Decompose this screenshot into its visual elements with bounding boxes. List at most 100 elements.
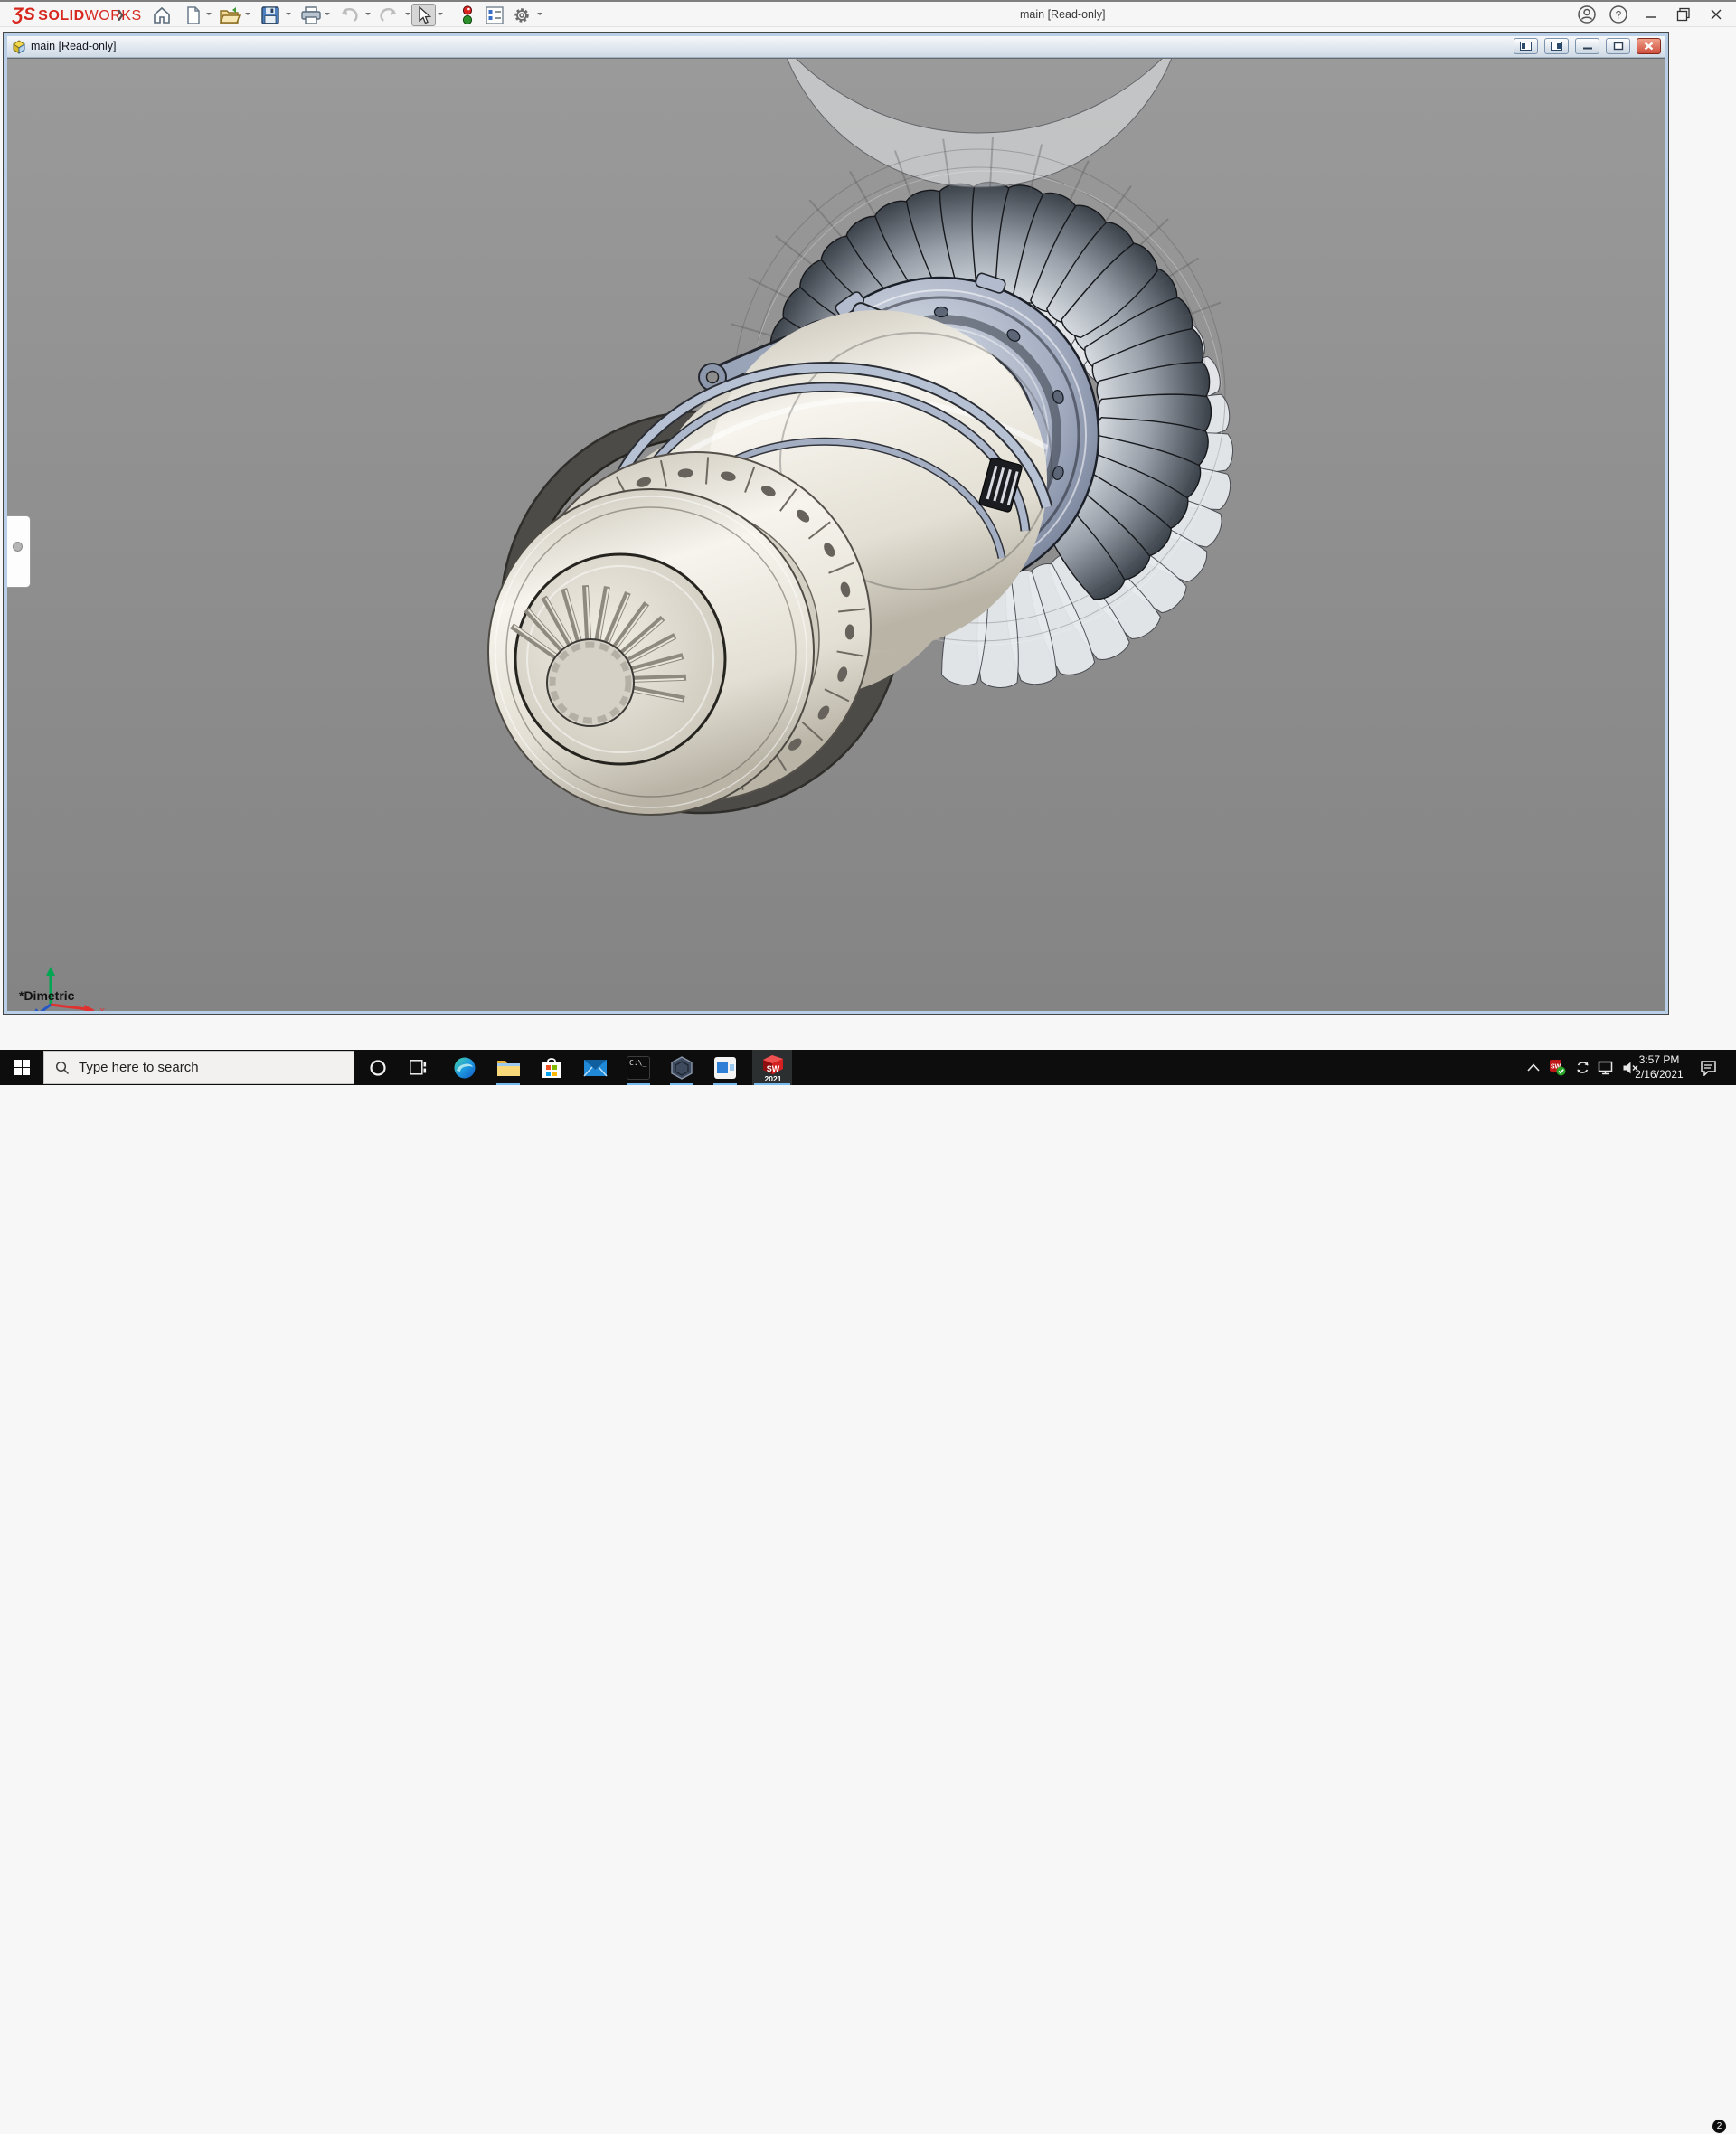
save-button[interactable] xyxy=(258,4,282,26)
help-button[interactable]: ? xyxy=(1604,2,1633,27)
undo-caret[interactable] xyxy=(365,13,371,18)
translucent-shroud-ring[interactable] xyxy=(717,59,1241,187)
undo-button[interactable] xyxy=(336,4,361,26)
app-titlebar: ƷSSOLIDWORKS ❯ main [Read-only] ? xyxy=(0,0,1736,27)
ethernet-icon xyxy=(1598,1061,1615,1075)
taskbar-app-solidworks[interactable]: SW 2021 xyxy=(747,1050,797,1085)
taskbar-search-input[interactable]: Type here to search xyxy=(43,1051,354,1084)
home-icon xyxy=(152,5,172,25)
taskbar-app-dev-hub[interactable] xyxy=(660,1050,703,1085)
graphics-viewport[interactable]: x *Dimetric xyxy=(7,58,1665,1011)
tray-sync-button[interactable] xyxy=(1571,1050,1594,1085)
doc-split-right-button[interactable] xyxy=(1544,38,1569,54)
task-view-icon xyxy=(410,1060,427,1075)
performance-evaluation-button[interactable] xyxy=(455,4,479,26)
taskbar-app-edge[interactable] xyxy=(443,1050,486,1085)
doc-restore-button[interactable] xyxy=(1606,38,1630,54)
doc-split-left-button[interactable] xyxy=(1514,38,1538,54)
display-manager-button[interactable] xyxy=(482,4,506,26)
doc-minimize-button[interactable] xyxy=(1575,38,1599,54)
assembly-document-icon xyxy=(11,39,27,54)
windows-logo-icon xyxy=(14,1060,30,1075)
account-icon xyxy=(1577,5,1597,24)
redo-icon xyxy=(378,6,400,24)
restore-button[interactable] xyxy=(1669,2,1698,27)
taskbar-app-store[interactable] xyxy=(530,1050,573,1085)
solidworks-logo-mark: ƷS xyxy=(13,5,35,24)
tray-chevron-button[interactable] xyxy=(1521,1050,1546,1085)
feature-tree-flyout-tab[interactable] xyxy=(7,515,31,588)
options-button[interactable] xyxy=(509,4,533,26)
dev-hub-hexagon-icon xyxy=(670,1056,693,1080)
tray-clock[interactable]: 3:57 PM 2/16/2021 xyxy=(1628,1053,1691,1081)
menu-flyout-arrow-icon[interactable]: ❯ xyxy=(116,8,125,21)
view-orientation-label: *Dimetric xyxy=(19,988,74,1003)
task-view-button[interactable] xyxy=(400,1050,436,1085)
open-button[interactable] xyxy=(217,4,241,26)
taskbar-app-file-explorer[interactable] xyxy=(486,1050,530,1085)
svg-text:?: ? xyxy=(1616,9,1622,22)
split-left-icon xyxy=(1520,42,1532,51)
account-button[interactable] xyxy=(1572,2,1601,27)
app-title: main [Read-only] xyxy=(1020,8,1106,21)
chevron-up-icon xyxy=(1527,1063,1540,1072)
redo-button[interactable] xyxy=(376,4,401,26)
gear-icon xyxy=(512,5,532,25)
search-icon xyxy=(55,1061,70,1075)
taskbar-app-command-prompt[interactable]: C:\_ xyxy=(617,1050,660,1085)
options-caret[interactable] xyxy=(537,13,542,18)
svg-text:2021: 2021 xyxy=(765,1074,782,1083)
select-cursor-icon xyxy=(416,6,432,24)
home-button[interactable] xyxy=(149,4,174,26)
minimize-button[interactable] xyxy=(1637,2,1665,27)
notification-badge: 2 xyxy=(1712,2119,1727,2134)
orientation-triad: x xyxy=(24,963,123,1011)
select-button[interactable] xyxy=(411,4,436,26)
save-caret[interactable] xyxy=(286,13,291,18)
flyout-dot-icon xyxy=(13,542,23,552)
print-icon xyxy=(300,5,322,25)
doc-close-button[interactable] xyxy=(1637,38,1661,54)
system-window-icon xyxy=(713,1056,737,1080)
doc-restore-icon xyxy=(1613,42,1624,51)
taskbar-app-mail[interactable] xyxy=(573,1050,617,1085)
tray-time: 3:57 PM xyxy=(1628,1053,1691,1067)
print-button[interactable] xyxy=(298,4,323,26)
new-document-button[interactable] xyxy=(181,4,205,26)
display-manager-icon xyxy=(486,6,504,24)
svg-text:SW: SW xyxy=(767,1064,780,1073)
print-caret[interactable] xyxy=(325,13,330,18)
command-prompt-icon: C:\_ xyxy=(627,1056,650,1080)
action-center-button[interactable] xyxy=(1694,1050,1722,1085)
help-icon: ? xyxy=(1609,5,1628,24)
triad-x-label: x xyxy=(99,1006,105,1011)
minimize-icon xyxy=(1645,8,1657,21)
close-button[interactable] xyxy=(1702,2,1731,27)
solidworks-2021-icon: SW 2021 xyxy=(757,1053,788,1083)
split-right-icon xyxy=(1551,42,1562,51)
document-window: main [Read-only] xyxy=(3,32,1669,1015)
undo-icon xyxy=(338,6,360,24)
select-caret[interactable] xyxy=(438,13,443,18)
document-titlebar[interactable]: main [Read-only] xyxy=(7,36,1665,58)
cortana-icon xyxy=(369,1059,387,1077)
tray-date: 2/16/2021 xyxy=(1628,1067,1691,1081)
action-center-icon xyxy=(1700,1060,1717,1076)
taskbar-app-system-window[interactable] xyxy=(703,1050,747,1085)
close-icon xyxy=(1710,8,1722,21)
mail-icon xyxy=(583,1059,608,1077)
model-jet-engine[interactable] xyxy=(7,59,1665,990)
save-icon xyxy=(260,5,280,25)
open-caret[interactable] xyxy=(245,13,250,18)
taskbar: Type here to search xyxy=(0,1050,1736,1085)
new-document-caret[interactable] xyxy=(206,13,212,18)
tray-solidworks-monitor[interactable]: SW xyxy=(1544,1050,1570,1085)
search-placeholder: Type here to search xyxy=(79,1060,199,1075)
start-button[interactable] xyxy=(0,1050,43,1085)
exhaust-nozzle[interactable] xyxy=(488,489,814,815)
tray-network-button[interactable] xyxy=(1593,1050,1618,1085)
redo-caret[interactable] xyxy=(405,13,410,18)
file-explorer-icon xyxy=(496,1057,521,1079)
sync-icon xyxy=(1575,1060,1590,1075)
cortana-button[interactable] xyxy=(360,1050,396,1085)
